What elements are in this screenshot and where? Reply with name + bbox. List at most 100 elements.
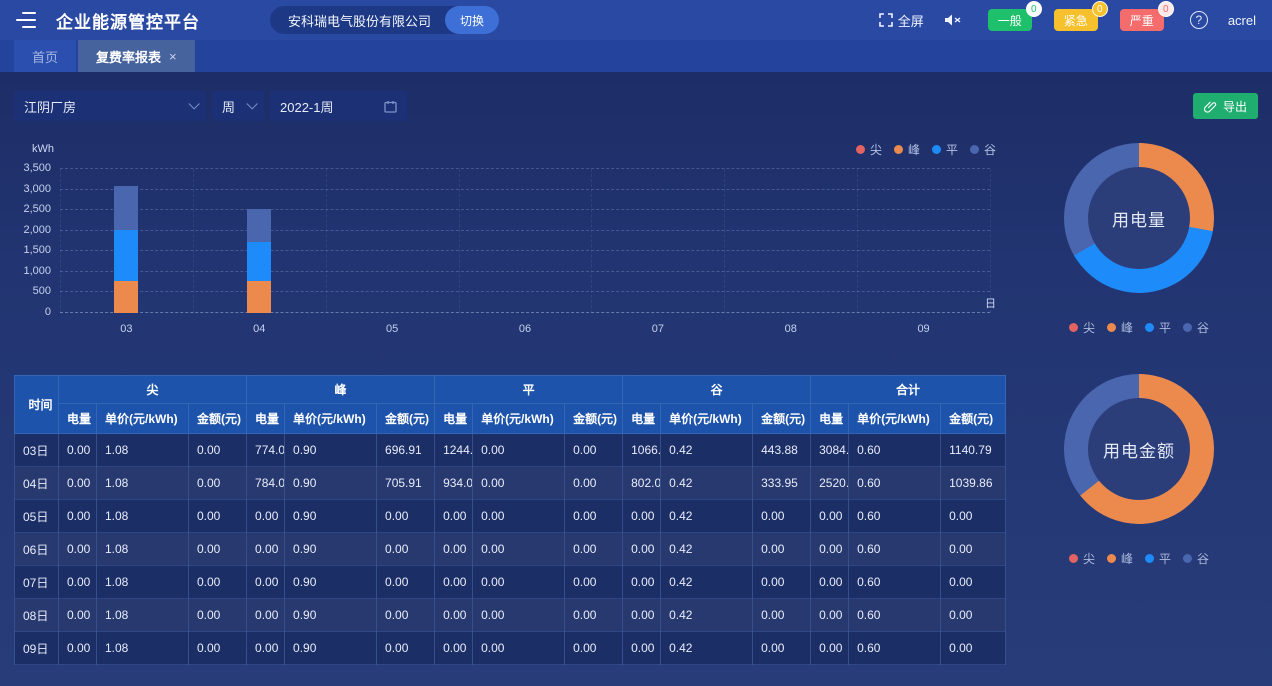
cell-value: 0.00 bbox=[565, 632, 623, 665]
bar-segment-平 bbox=[247, 242, 271, 280]
table-row: 07日0.001.080.000.000.900.000.000.000.000… bbox=[15, 566, 1006, 599]
cell-time: 06日 bbox=[15, 533, 59, 566]
tab-home[interactable]: 首页 bbox=[14, 40, 76, 72]
alert-urgent-count: 0 bbox=[1092, 1, 1108, 17]
help-icon[interactable]: ? bbox=[1190, 11, 1208, 29]
bar-06 bbox=[513, 169, 537, 313]
legend-item-谷[interactable]: 谷 bbox=[1183, 550, 1209, 567]
cell-value: 0.42 bbox=[661, 599, 753, 632]
legend-item-峰[interactable]: 峰 bbox=[1107, 319, 1133, 336]
site-select[interactable]: 江阴厂房 bbox=[14, 91, 206, 121]
calendar-icon bbox=[384, 100, 397, 113]
export-button[interactable]: 导出 bbox=[1193, 93, 1258, 119]
legend-item-平[interactable]: 平 bbox=[932, 141, 958, 158]
menu-fold-icon[interactable] bbox=[16, 12, 36, 28]
tab-rate-report[interactable]: 复费率报表 × bbox=[78, 40, 195, 72]
legend-item-平[interactable]: 平 bbox=[1145, 319, 1171, 336]
legend-item-谷[interactable]: 谷 bbox=[970, 141, 996, 158]
cell-value: 1.08 bbox=[97, 533, 189, 566]
vertical-gridline bbox=[857, 169, 858, 313]
cell-value: 802.00 bbox=[623, 467, 661, 500]
energy-usage-donut-panel: 用电量 尖峰平谷 bbox=[1064, 143, 1214, 336]
chevron-down-icon bbox=[188, 98, 199, 109]
cell-value: 0.60 bbox=[849, 566, 941, 599]
cell-value: 0.00 bbox=[377, 599, 435, 632]
fullscreen-label: 全屏 bbox=[898, 11, 924, 30]
legend-item-谷[interactable]: 谷 bbox=[1183, 319, 1209, 336]
energy-cost-legend: 尖峰平 谷 bbox=[1069, 550, 1209, 567]
legend-item-峰[interactable]: 峰 bbox=[1107, 550, 1133, 567]
cell-value: 0.00 bbox=[247, 533, 285, 566]
cell-value: 0.00 bbox=[473, 467, 565, 500]
switch-company-button[interactable]: 切换 bbox=[445, 6, 499, 34]
cell-value: 1.08 bbox=[97, 599, 189, 632]
cell-value: 0.90 bbox=[285, 500, 377, 533]
vertical-gridline bbox=[193, 169, 194, 313]
bar-segment-峰 bbox=[247, 281, 271, 313]
vertical-gridline bbox=[60, 169, 61, 313]
cell-value: 0.90 bbox=[285, 566, 377, 599]
vertical-gridline bbox=[724, 169, 725, 313]
cell-value: 0.00 bbox=[377, 533, 435, 566]
y-axis-tick: 1,500 bbox=[23, 244, 51, 256]
alert-normal-button[interactable]: 一般 0 bbox=[988, 9, 1032, 31]
cell-value: 0.00 bbox=[565, 599, 623, 632]
bar-chart-x-axis: 日 03040506070809 bbox=[60, 317, 990, 337]
cell-value: 0.00 bbox=[623, 533, 661, 566]
stacked-bar-chart: kWh 尖峰平谷 05001,0001,5002,0002,5003,0003,… bbox=[14, 141, 1006, 337]
cell-value: 0.00 bbox=[811, 566, 849, 599]
legend-label: 尖 bbox=[1083, 550, 1095, 567]
legend-dot-icon bbox=[894, 145, 903, 154]
fullscreen-button[interactable]: 全屏 bbox=[879, 11, 924, 30]
filter-bar: 江阴厂房 周 2022-1周 导出 bbox=[0, 72, 1272, 121]
alert-severe-button[interactable]: 严重 0 bbox=[1120, 9, 1164, 31]
cell-value: 0.00 bbox=[59, 434, 97, 467]
paperclip-icon bbox=[1204, 100, 1217, 113]
cell-value: 0.60 bbox=[849, 632, 941, 665]
date-picker[interactable]: 2022-1周 bbox=[270, 91, 407, 121]
cell-value: 0.00 bbox=[753, 566, 811, 599]
legend-label: 谷 bbox=[1197, 319, 1209, 336]
legend-item-平[interactable]: 平 bbox=[1145, 550, 1171, 567]
tab-close-icon[interactable]: × bbox=[169, 49, 177, 64]
cell-value: 0.00 bbox=[941, 533, 1006, 566]
cell-value: 0.00 bbox=[565, 533, 623, 566]
rate-report-table: 时间尖峰平谷合计电量单价(元/kWh)金额(元)电量单价(元/kWh)金额(元)… bbox=[14, 375, 1006, 665]
table-row: 04日0.001.080.00784.000.90705.91934.000.0… bbox=[15, 467, 1006, 500]
mute-icon[interactable] bbox=[944, 13, 962, 27]
username[interactable]: acrel bbox=[1228, 13, 1256, 28]
cell-value: 0.00 bbox=[59, 599, 97, 632]
cell-value: 0.00 bbox=[189, 434, 247, 467]
cell-value: 0.90 bbox=[285, 434, 377, 467]
period-select[interactable]: 周 bbox=[212, 91, 264, 121]
legend-item-尖[interactable]: 尖 bbox=[1069, 319, 1095, 336]
cell-value: 0.42 bbox=[661, 632, 753, 665]
energy-usage-legend: 尖 峰平 谷 bbox=[1069, 319, 1209, 336]
cell-value: 0.90 bbox=[285, 599, 377, 632]
cell-value: 0.00 bbox=[247, 632, 285, 665]
cell-value: 443.88 bbox=[753, 434, 811, 467]
cell-value: 0.00 bbox=[753, 500, 811, 533]
legend-item-峰[interactable]: 峰 bbox=[894, 141, 920, 158]
col-subheader: 金额(元) bbox=[565, 404, 623, 434]
cell-value: 0.00 bbox=[623, 500, 661, 533]
legend-item-尖[interactable]: 尖 bbox=[856, 141, 882, 158]
page-title: 企业能源管控平台 bbox=[56, 8, 200, 33]
alert-normal-count: 0 bbox=[1026, 1, 1042, 17]
alert-urgent-button[interactable]: 紧急 0 bbox=[1054, 9, 1098, 31]
cell-value: 0.00 bbox=[565, 434, 623, 467]
cell-value: 0.00 bbox=[941, 500, 1006, 533]
legend-item-尖[interactable]: 尖 bbox=[1069, 550, 1095, 567]
cell-value: 0.00 bbox=[435, 500, 473, 533]
cell-value: 0.00 bbox=[377, 500, 435, 533]
legend-label: 谷 bbox=[1197, 550, 1209, 567]
bar-chart-plot-area: 05001,0001,5002,0002,5003,0003,500 bbox=[60, 169, 990, 313]
energy-cost-donut-title: 用电金额 bbox=[1088, 398, 1190, 500]
col-subheader: 金额(元) bbox=[941, 404, 1006, 434]
x-axis-tick: 03 bbox=[120, 323, 132, 335]
cell-value: 0.00 bbox=[59, 500, 97, 533]
x-axis-tick: 04 bbox=[253, 323, 265, 335]
main-column: kWh 尖峰平谷 05001,0001,5002,0002,5003,0003,… bbox=[0, 121, 1006, 665]
legend-label: 峰 bbox=[1121, 319, 1133, 336]
cell-value: 0.00 bbox=[811, 500, 849, 533]
